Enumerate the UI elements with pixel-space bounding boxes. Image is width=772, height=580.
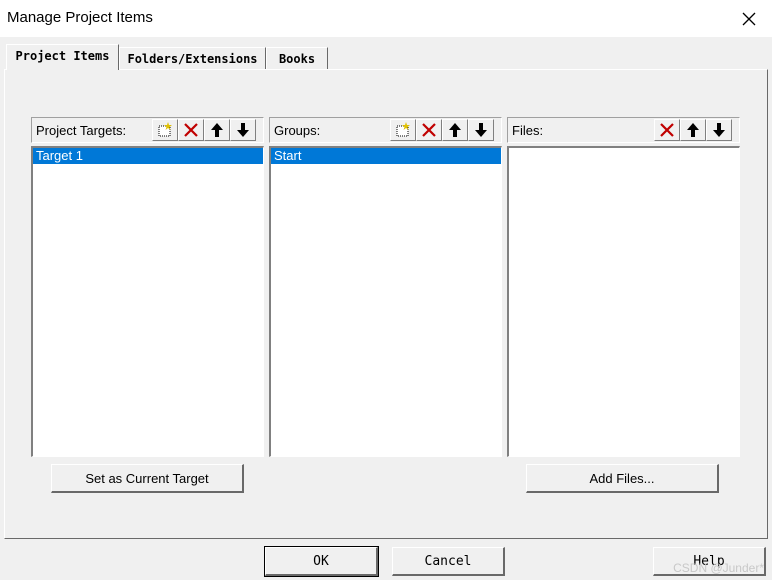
groups-move-up-button[interactable] bbox=[442, 119, 468, 141]
delete-icon bbox=[422, 123, 436, 137]
delete-icon bbox=[660, 123, 674, 137]
target-item[interactable]: Target 1 bbox=[33, 148, 263, 164]
set-current-target-button[interactable]: Set as Current Target bbox=[51, 464, 244, 493]
delete-icon bbox=[184, 123, 198, 137]
cancel-button[interactable]: Cancel bbox=[392, 547, 505, 576]
add-files-button[interactable]: Add Files... bbox=[526, 464, 719, 493]
files-delete-button[interactable] bbox=[654, 119, 680, 141]
close-button[interactable] bbox=[726, 0, 772, 37]
group-item[interactable]: Start bbox=[271, 148, 501, 164]
tab-folders-extensions[interactable]: Folders/Extensions bbox=[119, 47, 266, 69]
window-title: Manage Project Items bbox=[7, 9, 153, 26]
targets-delete-button[interactable] bbox=[178, 119, 204, 141]
move-down-icon bbox=[237, 123, 249, 137]
files-move-up-button[interactable] bbox=[680, 119, 706, 141]
groups-header: Groups: bbox=[269, 117, 502, 143]
files-list[interactable] bbox=[507, 146, 740, 457]
groups-list[interactable]: Start bbox=[269, 146, 502, 457]
title-bar: Manage Project Items bbox=[0, 0, 772, 37]
targets-list[interactable]: Target 1 bbox=[31, 146, 264, 457]
targets-move-down-button[interactable] bbox=[230, 119, 256, 141]
groups-move-down-button[interactable] bbox=[468, 119, 494, 141]
move-up-icon bbox=[211, 123, 223, 137]
watermark: CSDN @Junder* bbox=[673, 561, 764, 575]
ok-button[interactable]: OK bbox=[264, 546, 379, 577]
files-move-down-button[interactable] bbox=[706, 119, 732, 141]
files-header: Files: bbox=[507, 117, 740, 143]
targets-move-up-button[interactable] bbox=[204, 119, 230, 141]
new-item-icon bbox=[158, 122, 172, 137]
move-up-icon bbox=[449, 123, 461, 137]
move-down-icon bbox=[475, 123, 487, 137]
move-down-icon bbox=[713, 123, 725, 137]
tab-project-items[interactable]: Project Items bbox=[6, 44, 119, 70]
groups-delete-button[interactable] bbox=[416, 119, 442, 141]
tab-books[interactable]: Books bbox=[266, 47, 328, 69]
tab-panel: Project Targets: Target 1 Groups: Start … bbox=[4, 69, 768, 539]
targets-label: Project Targets: bbox=[36, 123, 127, 138]
groups-new-button[interactable] bbox=[390, 119, 416, 141]
files-label: Files: bbox=[512, 123, 544, 138]
new-item-icon bbox=[396, 122, 410, 137]
close-icon bbox=[742, 12, 756, 25]
move-up-icon bbox=[687, 123, 699, 137]
targets-header: Project Targets: bbox=[31, 117, 264, 143]
targets-new-button[interactable] bbox=[152, 119, 178, 141]
groups-label: Groups: bbox=[274, 123, 321, 138]
